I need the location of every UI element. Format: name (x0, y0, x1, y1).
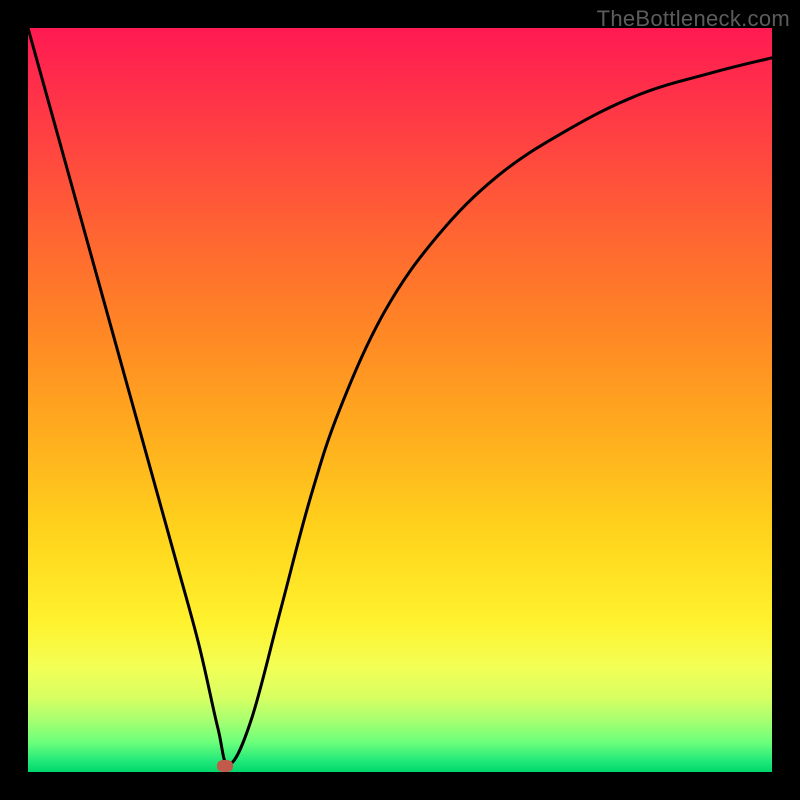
chart-frame: TheBottleneck.com (0, 0, 800, 800)
curve-path (28, 28, 772, 765)
optimum-marker (217, 760, 233, 772)
plot-area (28, 28, 772, 772)
bottleneck-curve (28, 28, 772, 772)
watermark-text: TheBottleneck.com (597, 6, 790, 32)
